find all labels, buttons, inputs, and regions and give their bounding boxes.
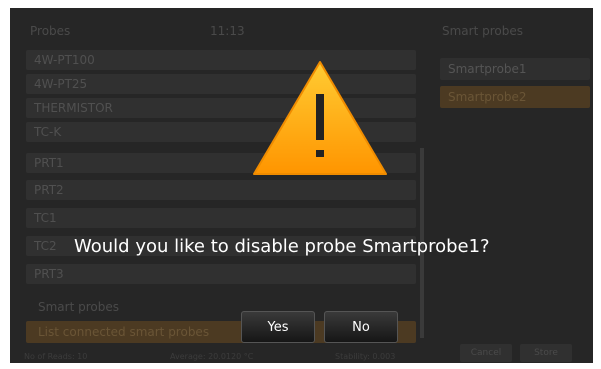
- warning-icon: [253, 61, 387, 175]
- reads-count: No of Reads: 10: [24, 352, 88, 361]
- smart-probes-title: Smart probes: [442, 24, 523, 38]
- probe-item-label: TC2: [34, 239, 57, 253]
- probe-item-label: PRT3: [34, 267, 64, 281]
- probe-item-prt3[interactable]: PRT3: [26, 264, 416, 284]
- probe-item-label: 4W-PT100: [34, 53, 95, 67]
- probe-item-label: PRT1: [34, 156, 64, 170]
- cancel-button[interactable]: Cancel: [460, 344, 512, 362]
- smartprobe-label: Smartprobe1: [448, 62, 527, 76]
- probe-item-label: 4W-PT25: [34, 77, 88, 91]
- dialog-message: Would you like to disable probe Smartpro…: [74, 236, 490, 257]
- probe-item-label: TC1: [34, 211, 57, 225]
- list-connected-label: List connected smart probes: [38, 325, 210, 339]
- probes-title: Probes: [30, 24, 71, 38]
- probe-item-prt2[interactable]: PRT2: [26, 180, 416, 200]
- device-screen: Probes 11:13 4W-PT100 4W-PT25 THERMISTOR…: [10, 8, 593, 363]
- yes-button[interactable]: Yes: [241, 311, 315, 343]
- probe-item-label: PRT2: [34, 183, 64, 197]
- no-button[interactable]: No: [324, 311, 398, 343]
- probes-header: Probes 11:13: [30, 24, 410, 44]
- clock: 11:13: [210, 24, 245, 38]
- probe-item-label: TC-K: [34, 125, 62, 139]
- smart-probes-label: Smart probes: [38, 300, 119, 314]
- probe-item-label: THERMISTOR: [34, 101, 113, 115]
- smartprobe-item-1[interactable]: Smartprobe1: [440, 58, 590, 80]
- average-readout: Average: 20.0120 °C: [170, 352, 254, 361]
- store-button[interactable]: Store: [520, 344, 572, 362]
- smartprobe-item-2[interactable]: Smartprobe2: [440, 86, 590, 108]
- stability-readout: Stability: 0.003: [335, 352, 396, 361]
- smartprobe-label: Smartprobe2: [448, 90, 527, 104]
- probe-item-tc1[interactable]: TC1: [26, 208, 416, 228]
